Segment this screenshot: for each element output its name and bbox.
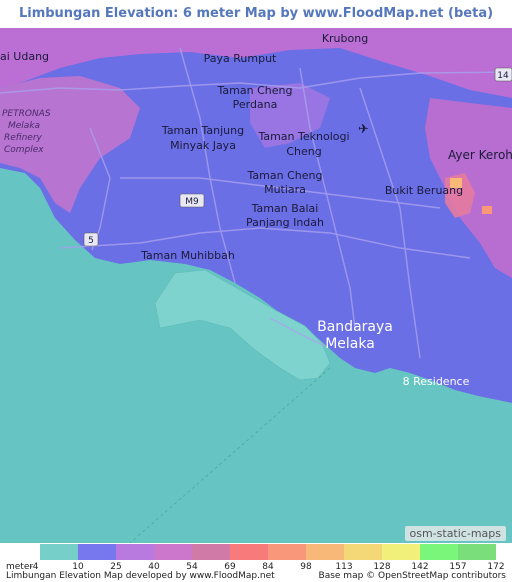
- label-taman-tanjung-1: Taman Tanjung: [161, 124, 244, 137]
- label-petronas-1: PETRONAS: [2, 109, 51, 119]
- label-ai-udang: ai Udang: [0, 50, 49, 63]
- title-bar: Limbungan Elevation: 6 meter Map by www.…: [0, 0, 512, 28]
- label-taman-balai-1: Taman Balai: [251, 202, 319, 215]
- legend-color-bar: [40, 544, 496, 560]
- label-bukit-beruang: Bukit Beruang: [385, 184, 463, 197]
- route-m9-label: M9: [185, 197, 199, 207]
- label-ayer-keroh: Ayer Keroh: [448, 148, 512, 162]
- label-bandaraya-2: Melaka: [325, 336, 375, 352]
- label-petronas-2: Melaka: [8, 121, 40, 131]
- legend-swatch: [420, 544, 458, 560]
- legend-swatch: [192, 544, 230, 560]
- map-attribution: osm-static-maps: [404, 526, 506, 541]
- label-taman-muhibbah: Taman Muhibbah: [140, 249, 235, 262]
- label-taman-tanjung-2: Minyak Jaya: [170, 139, 236, 152]
- label-bandaraya-1: Bandaraya: [317, 319, 393, 335]
- legend-tick-label: 98: [300, 562, 312, 572]
- legend-swatch: [78, 544, 116, 560]
- label-taman-teknologi-2: Cheng: [286, 145, 321, 158]
- legend-swatch: [116, 544, 154, 560]
- legend-swatch: [268, 544, 306, 560]
- footer-credit-osm: Base map © OpenStreetMap contributors: [318, 571, 506, 581]
- map-canvas[interactable]: M9 5 14 ✈ Krubong ai Udang Paya Rumput T…: [0, 28, 512, 543]
- elevation-map[interactable]: M9 5 14 ✈ Krubong ai Udang Paya Rumput T…: [0, 28, 512, 543]
- label-paya-rumput: Paya Rumput: [204, 52, 277, 65]
- legend-swatch: [306, 544, 344, 560]
- label-taman-cheng-mutiara-1: Taman Cheng: [247, 169, 323, 182]
- high-spot: [482, 206, 492, 214]
- legend-swatch: [40, 544, 78, 560]
- map-title: Limbungan Elevation: 6 meter Map by www.…: [18, 6, 494, 21]
- label-taman-cheng-perdana-1: Taman Cheng: [217, 84, 293, 97]
- legend-swatch: [344, 544, 382, 560]
- label-petronas-3: Refinery: [4, 133, 43, 143]
- legend-swatch: [154, 544, 192, 560]
- label-taman-teknologi-1: Taman Teknologi: [257, 130, 349, 143]
- airport-icon: ✈: [358, 122, 369, 137]
- route-5-label: 5: [88, 236, 94, 246]
- route-14-label: 14: [497, 71, 509, 81]
- label-taman-balai-2: Panjang Indah: [246, 216, 324, 229]
- footer-credit-floodmap: Limbungan Elevation Map developed by www…: [6, 571, 275, 581]
- label-8-residence: 8 Residence: [403, 375, 470, 388]
- legend-swatch: [230, 544, 268, 560]
- legend-swatch: [382, 544, 420, 560]
- legend-swatch: [458, 544, 496, 560]
- label-taman-cheng-perdana-2: Perdana: [233, 98, 278, 111]
- label-krubong: Krubong: [322, 32, 368, 45]
- page: Limbungan Elevation: 6 meter Map by www.…: [0, 0, 512, 582]
- label-taman-cheng-mutiara-2: Mutiara: [264, 183, 306, 196]
- label-petronas-4: Complex: [4, 145, 44, 155]
